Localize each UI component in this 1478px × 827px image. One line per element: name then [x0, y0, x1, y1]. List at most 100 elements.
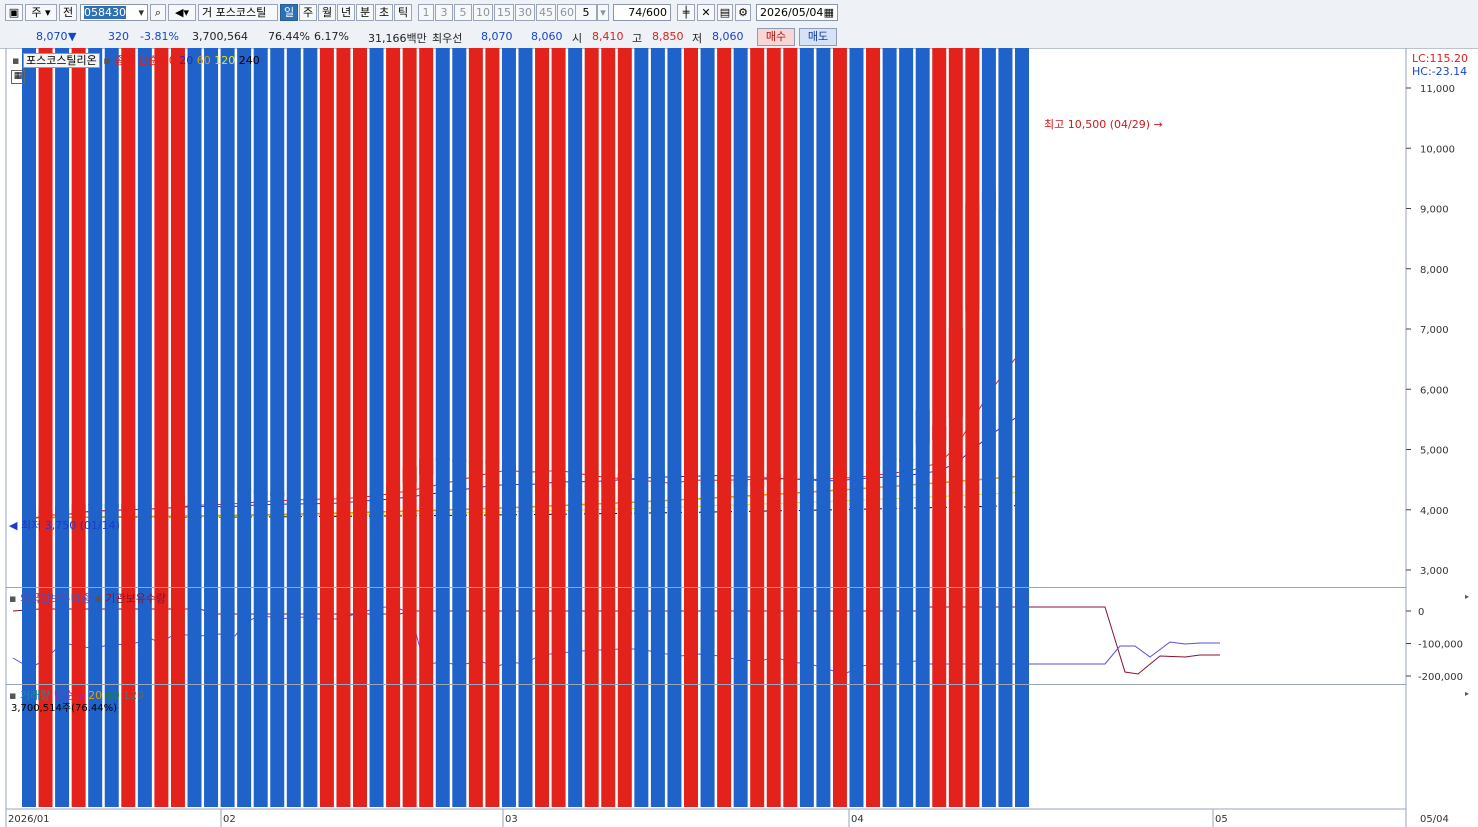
volume-bar [353, 48, 367, 807]
price-y-tick: 9,000 [1420, 205, 1449, 216]
price-y-tick: 7,000 [1420, 325, 1449, 336]
interval-dropdown-icon[interactable]: ▾ [597, 4, 609, 21]
market-select[interactable]: 주 ▾ [25, 4, 57, 21]
volume-bar [253, 48, 268, 807]
ma-label: 종가 단순 [114, 54, 159, 67]
sound-icon[interactable]: ◀▾ [168, 4, 196, 21]
table-icon[interactable]: ▦ [11, 70, 25, 84]
candle-type-icon[interactable]: ╪ [677, 4, 695, 21]
date-input[interactable]: 2026/05/04 ▦ [756, 4, 838, 21]
period-tab-4[interactable]: 분 [356, 4, 374, 21]
interval-button-5[interactable]: 5 [454, 4, 472, 21]
search-icon[interactable]: ⌕ [150, 4, 166, 21]
price-y-tick: 6,000 [1420, 385, 1449, 396]
ma240-label: 240 [238, 54, 260, 67]
price-panel-title[interactable]: 포스코스틸리온 [22, 53, 100, 68]
x-axis-tick: 02 [223, 814, 236, 825]
volume-bar [866, 48, 881, 807]
ma10-label: 10 [161, 54, 176, 67]
ma120-label: 120 [214, 54, 236, 67]
price-y-tick: 11,000 [1420, 84, 1455, 95]
interval-button-10[interactable]: 10 [473, 4, 493, 21]
volume-bar [766, 48, 781, 807]
volume-bar [634, 48, 649, 807]
quote-bar: 8,070 ▼ 320 -3.81% 3,700,564 76.44% 6.17… [0, 26, 1478, 49]
volume-ratio: 76.44% [268, 30, 310, 43]
x-axis-tick: 03 [505, 814, 518, 825]
panel-divider[interactable] [6, 684, 1406, 685]
lc-value: LC:115.20 [1412, 52, 1469, 65]
volume-bar [932, 48, 947, 807]
volume-bar [535, 48, 550, 807]
interval-button-45[interactable]: 45 [536, 4, 556, 21]
volume-bar [617, 48, 632, 807]
volume-summary: 3,700,514주(76.44%) [11, 703, 118, 714]
period-tab-1[interactable]: 주 [299, 4, 317, 21]
volume-bar [452, 48, 467, 807]
stock-code-input[interactable]: 058430 ▾ [80, 4, 148, 21]
volume-bar [435, 48, 450, 807]
volume-bar [419, 48, 434, 807]
hc-value: HC:-23.14 [1412, 65, 1468, 78]
interval-button-30[interactable]: 30 [515, 4, 535, 21]
main-toolbar: ▣ 주 ▾ 전 058430 ▾ ⌕ ◀▾ 거 포스코스틸 일주월년분초틱 135… [0, 0, 1478, 27]
period-tab-5[interactable]: 초 [375, 4, 393, 21]
ask-price: 8,070 [481, 30, 513, 43]
interval-button-1[interactable]: 1 [418, 4, 434, 21]
inst-label: 기관보유수량 [105, 592, 166, 605]
holding-panel-header: ▪ 외국인보유비중 ▪ 기관보유수량 [9, 592, 166, 605]
volume-bar [170, 48, 185, 807]
period-tab-6[interactable]: 틱 [394, 4, 412, 21]
interval-button-15[interactable]: 15 [494, 4, 514, 21]
chart-area[interactable]: 11,000 10,000 9,000 8,000 7,000 6,000 5,000 4,0… [0, 48, 1478, 827]
crosshair-icon[interactable]: ✕ [697, 4, 715, 21]
volume-bar [1015, 48, 1029, 807]
prev-button[interactable]: 전 [59, 4, 77, 21]
down-arrow-icon: ▼ [68, 30, 77, 43]
interval-value[interactable]: 5 [575, 4, 597, 21]
volume-value: 3,700,564 [192, 30, 248, 43]
volume-bar [237, 48, 252, 807]
buy-button[interactable]: 매수 [757, 28, 795, 46]
sell-button[interactable]: 매도 [799, 28, 837, 46]
volume-bar [270, 48, 285, 807]
price-y-tick: 4,000 [1420, 506, 1449, 517]
window-layout-icon[interactable]: ▣ [5, 4, 23, 21]
volume-bar [882, 48, 897, 807]
gear-icon[interactable]: ⚙ [735, 4, 751, 21]
period-tab-2[interactable]: 월 [318, 4, 336, 21]
panel-divider[interactable] [6, 587, 1406, 588]
volume-bar [684, 48, 698, 807]
volume-bar [518, 48, 533, 807]
scroll-marker-icon: ▸ [1465, 689, 1469, 698]
price-y-tick: 3,000 [1420, 566, 1449, 577]
interval-button-3[interactable]: 3 [435, 4, 453, 21]
period-tab-3[interactable]: 년 [337, 4, 355, 21]
count-input[interactable]: 74/600 [613, 4, 671, 21]
volume-bar [915, 48, 930, 807]
volume-bar [948, 48, 963, 807]
volume-bar [303, 48, 318, 807]
interval-button-60[interactable]: 60 [557, 4, 577, 21]
stock-name-field[interactable]: 거 포스코스틸 [198, 4, 278, 21]
volume-bar [154, 48, 169, 807]
volume-bar [700, 48, 715, 807]
volume-bar [286, 48, 301, 807]
volume-bar [965, 48, 980, 807]
save-icon[interactable]: ▤ [717, 4, 733, 21]
holding-y-tick: -200,000 [1418, 672, 1463, 683]
low-label: 저 [692, 32, 703, 45]
low-price: 8,060 [712, 30, 744, 43]
volume-bar [369, 48, 384, 807]
foreign-label: 외국인보유비중 [19, 592, 91, 605]
price-y-tick: 5,000 [1420, 446, 1449, 457]
volume-bar [204, 48, 219, 807]
ma20-label: 20 [179, 54, 194, 67]
volume-bar [750, 48, 765, 807]
volume-bar [650, 48, 665, 807]
period-tab-0[interactable]: 일 [280, 4, 298, 21]
price-y-tick: 10,000 [1420, 144, 1455, 155]
chart-canvas: 11,000 10,000 9,000 8,000 7,000 6,000 5,000 4,0… [5, 48, 1469, 827]
x-axis-tick: 04 [851, 814, 864, 825]
volume-bar [816, 48, 831, 807]
